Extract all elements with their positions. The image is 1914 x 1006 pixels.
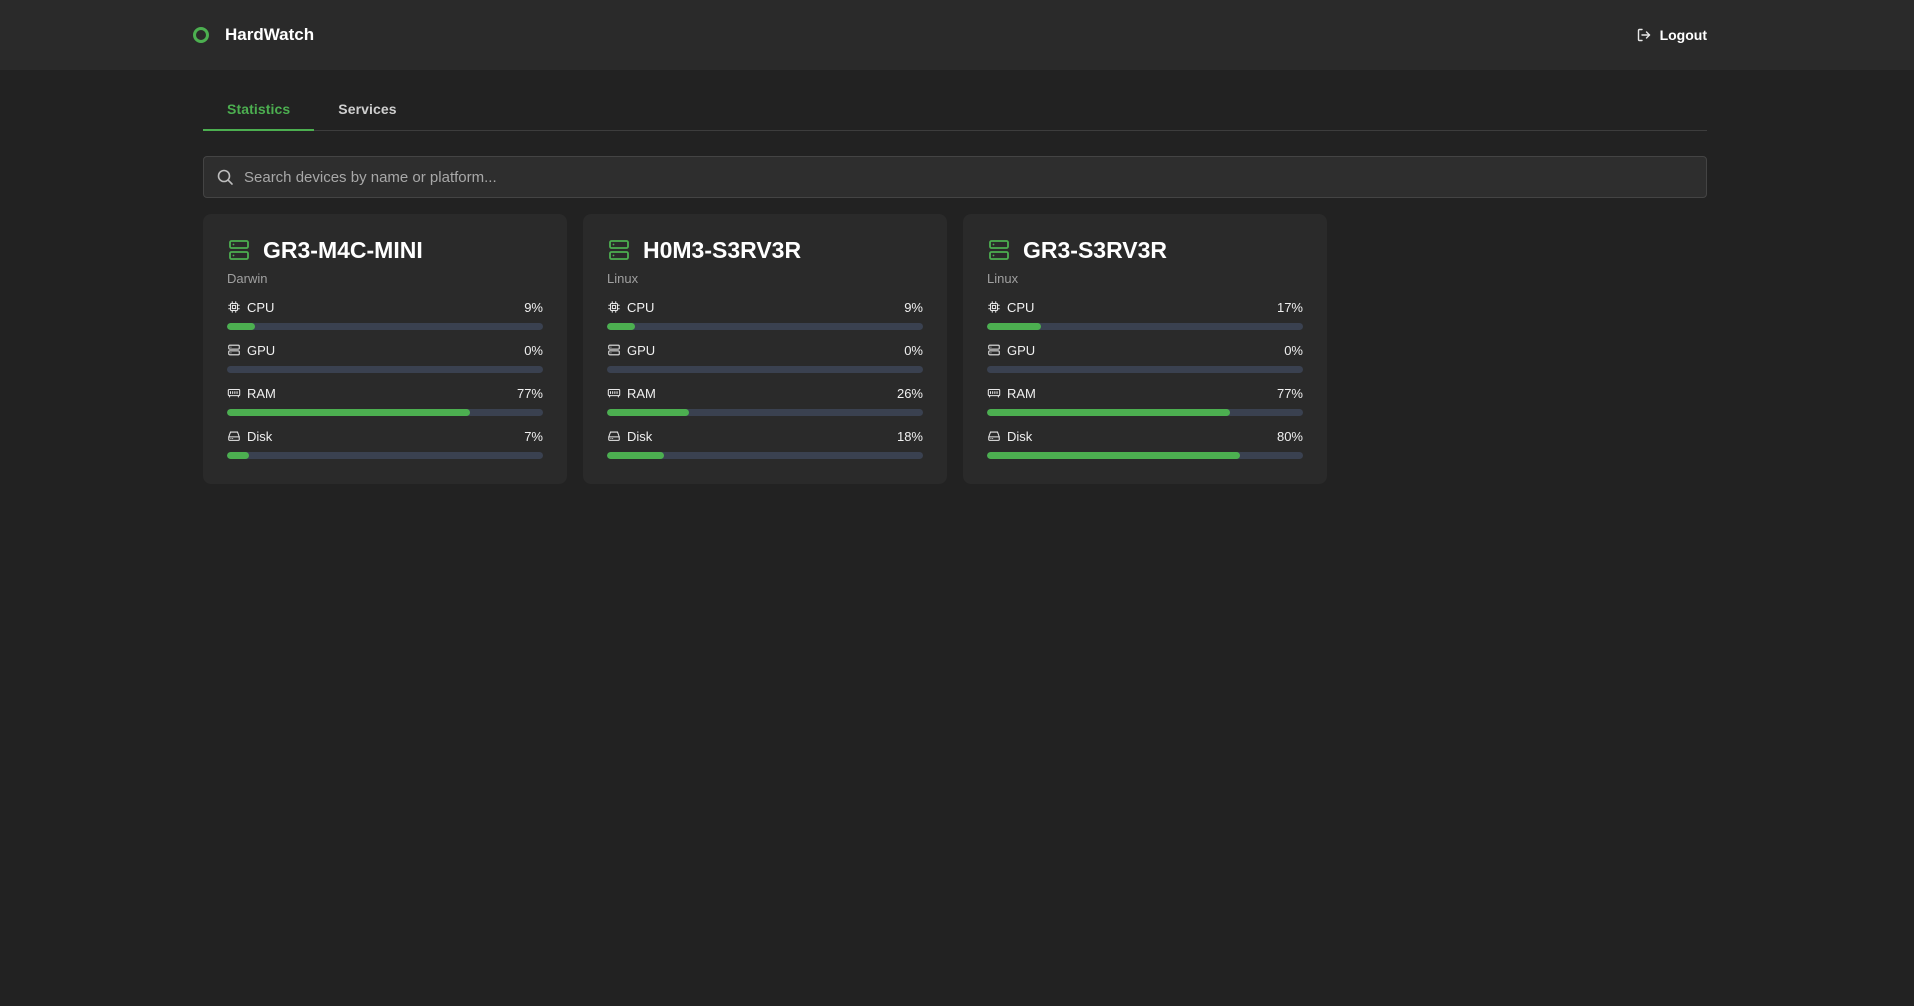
device-card[interactable]: H0M3-S3RV3R Linux CPU 9% GPU 0% RAM 26% Disk 18% bbox=[583, 214, 947, 484]
device-cards: GR3-M4C-MINI Darwin CPU 9% GPU 0% RAM 77% Disk 7%… bbox=[203, 214, 1343, 484]
gpu-icon bbox=[988, 344, 1000, 356]
usage-bar bbox=[987, 409, 1303, 416]
metric-value: 77% bbox=[1276, 385, 1303, 401]
usage-bar-fill bbox=[987, 452, 1240, 459]
metric-value: 0% bbox=[904, 342, 923, 358]
cpu-icon bbox=[608, 301, 620, 313]
device-card-header: H0M3-S3RV3R bbox=[607, 236, 923, 264]
logout-button[interactable]: Logout bbox=[1636, 24, 1707, 46]
cpu-icon bbox=[228, 301, 240, 313]
usage-bar bbox=[987, 366, 1303, 373]
metric-label: RAM bbox=[627, 385, 656, 401]
device-card[interactable]: GR3-S3RV3R Linux CPU 17% GPU 0% RAM 77% Disk 80% bbox=[963, 214, 1327, 484]
metric-label: Disk bbox=[627, 428, 653, 444]
metric-disk: Disk 18% bbox=[607, 428, 923, 459]
ram-icon bbox=[987, 388, 1001, 398]
device-card[interactable]: GR3-M4C-MINI Darwin CPU 9% GPU 0% RAM 77% Disk 7% bbox=[203, 214, 567, 484]
search-box bbox=[203, 156, 1707, 198]
device-name: GR3-M4C-MINI bbox=[263, 236, 423, 263]
metric-value: 0% bbox=[1284, 342, 1303, 358]
metric-label: GPU bbox=[627, 342, 656, 358]
metric-value: 77% bbox=[516, 385, 543, 401]
gpu-icon bbox=[228, 344, 240, 356]
usage-bar bbox=[227, 366, 543, 373]
server-icon bbox=[229, 240, 249, 260]
usage-bar bbox=[607, 323, 923, 330]
metric-gpu: GPU 0% bbox=[607, 342, 923, 373]
server-icon bbox=[609, 240, 629, 260]
metric-value: 26% bbox=[896, 385, 923, 401]
metric-label: CPU bbox=[247, 299, 275, 315]
top-bar: HardWatch Logout bbox=[0, 0, 1914, 70]
usage-bar bbox=[607, 409, 923, 416]
metric-ram: RAM 77% bbox=[227, 385, 543, 416]
disk-icon bbox=[988, 431, 1000, 441]
search-icon bbox=[217, 169, 233, 185]
metric-value: 9% bbox=[524, 299, 543, 315]
usage-bar-fill bbox=[227, 409, 471, 416]
usage-bar bbox=[227, 409, 543, 416]
ram-icon bbox=[607, 388, 621, 398]
metric-label: Disk bbox=[1007, 428, 1033, 444]
usage-bar-fill bbox=[227, 452, 250, 459]
metric-value: 80% bbox=[1276, 428, 1303, 444]
ram-icon bbox=[227, 388, 241, 398]
tab-statistics[interactable]: Statistics bbox=[203, 93, 315, 131]
usage-bar-fill bbox=[607, 452, 664, 459]
metric-label: CPU bbox=[627, 299, 655, 315]
logout-icon bbox=[1637, 28, 1650, 42]
gpu-icon bbox=[608, 344, 620, 356]
device-name: H0M3-S3RV3R bbox=[643, 236, 802, 263]
disk-icon bbox=[608, 431, 620, 441]
metric-disk: Disk 7% bbox=[227, 428, 543, 459]
usage-bar bbox=[987, 452, 1303, 459]
metric-label: GPU bbox=[1007, 342, 1036, 358]
metric-label: CPU bbox=[1007, 299, 1035, 315]
usage-bar bbox=[607, 366, 923, 373]
usage-bar-fill bbox=[227, 323, 256, 330]
metric-cpu: CPU 9% bbox=[227, 299, 543, 330]
device-platform: Darwin bbox=[227, 271, 268, 286]
usage-bar bbox=[227, 323, 543, 330]
usage-bar-fill bbox=[607, 323, 636, 330]
search-input[interactable] bbox=[244, 157, 1706, 197]
server-icon bbox=[989, 240, 1009, 260]
metric-gpu: GPU 0% bbox=[227, 342, 543, 373]
metric-cpu: CPU 9% bbox=[607, 299, 923, 330]
metric-value: 7% bbox=[524, 428, 543, 444]
logo-ring-icon bbox=[193, 27, 209, 43]
metric-ram: RAM 26% bbox=[607, 385, 923, 416]
device-name: GR3-S3RV3R bbox=[1023, 236, 1168, 263]
cpu-icon bbox=[988, 301, 1000, 313]
metric-label: Disk bbox=[247, 428, 273, 444]
metric-gpu: GPU 0% bbox=[987, 342, 1303, 373]
device-card-header: GR3-M4C-MINI bbox=[227, 236, 543, 264]
usage-bar-fill bbox=[987, 409, 1231, 416]
metric-cpu: CPU 17% bbox=[987, 299, 1303, 330]
usage-bar bbox=[987, 323, 1303, 330]
usage-bar-fill bbox=[607, 409, 690, 416]
metric-label: RAM bbox=[1007, 385, 1036, 401]
metric-disk: Disk 80% bbox=[987, 428, 1303, 459]
metric-label: GPU bbox=[247, 342, 276, 358]
logout-label: Logout bbox=[1659, 27, 1707, 43]
device-card-header: GR3-S3RV3R bbox=[987, 236, 1303, 264]
metric-value: 17% bbox=[1276, 299, 1303, 315]
disk-icon bbox=[228, 431, 240, 441]
metric-label: RAM bbox=[247, 385, 276, 401]
metric-ram: RAM 77% bbox=[987, 385, 1303, 416]
usage-bar bbox=[607, 452, 923, 459]
brand[interactable]: HardWatch bbox=[191, 24, 314, 46]
app-name: HardWatch bbox=[225, 25, 315, 44]
usage-bar-fill bbox=[987, 323, 1041, 330]
tab-bar: Statistics Services bbox=[203, 93, 1707, 131]
device-platform: Linux bbox=[987, 271, 1019, 286]
usage-bar bbox=[227, 452, 543, 459]
metric-value: 18% bbox=[896, 428, 923, 444]
tab-services[interactable]: Services bbox=[314, 93, 420, 131]
metric-value: 0% bbox=[524, 342, 543, 358]
metric-value: 9% bbox=[904, 299, 923, 315]
device-platform: Linux bbox=[607, 271, 639, 286]
